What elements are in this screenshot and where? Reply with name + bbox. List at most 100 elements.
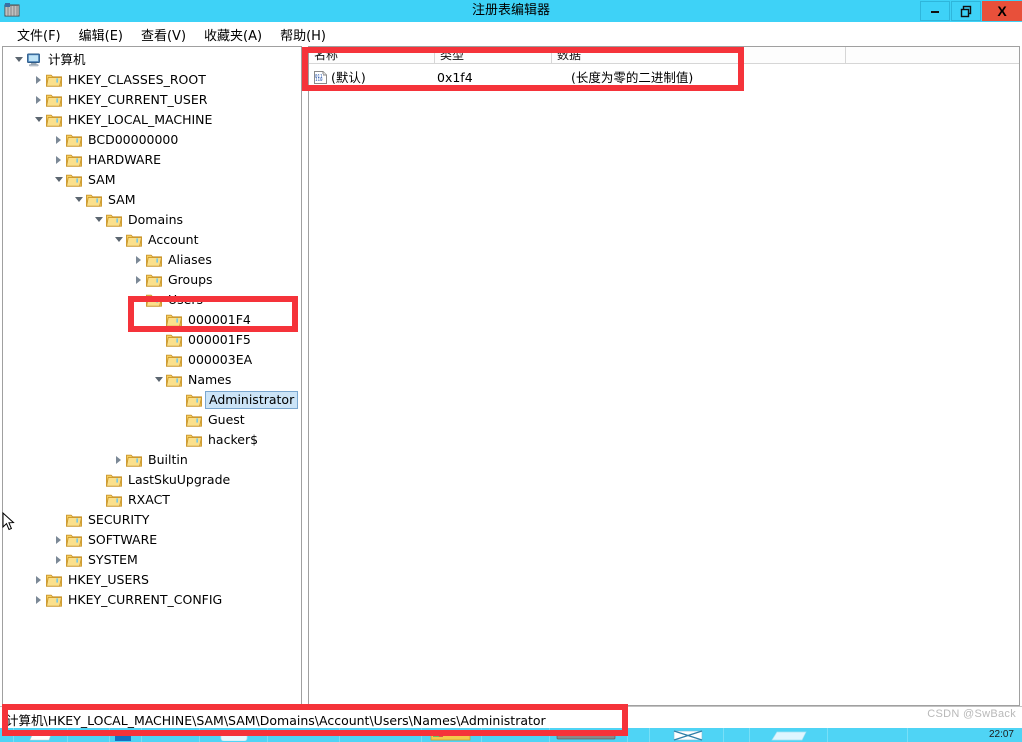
tree-node-hacker$[interactable]: hacker$ xyxy=(3,430,301,450)
taskbar-item-14[interactable] xyxy=(750,728,828,742)
tree-node-SOFTWARE[interactable]: SOFTWARE xyxy=(3,530,301,550)
taskbar-item-12[interactable] xyxy=(650,728,724,742)
taskbar-item-4[interactable] xyxy=(142,728,200,742)
expand-arrow-icon[interactable] xyxy=(33,590,46,610)
folder-icon xyxy=(126,453,142,467)
menu-file[interactable]: 文件(F) xyxy=(8,23,70,46)
tree-node-label: HKEY_CURRENT_CONFIG xyxy=(68,592,223,607)
tree-node-HKEY_USERS[interactable]: HKEY_USERS xyxy=(3,570,301,590)
svg-text:110: 110 xyxy=(315,77,323,82)
taskbar-item-7[interactable] xyxy=(340,728,422,742)
taskbar-start-button[interactable] xyxy=(0,728,14,742)
menu-edit[interactable]: 编辑(E) xyxy=(70,23,132,46)
folder-icon xyxy=(146,253,162,267)
expand-arrow-icon[interactable] xyxy=(33,70,46,90)
taskbar-item-13[interactable] xyxy=(724,728,750,742)
tree-node-000001F4[interactable]: 000001F4 xyxy=(3,310,301,330)
tree-node-HKEY_LOCAL_MACHINE[interactable]: HKEY_LOCAL_MACHINE xyxy=(3,110,301,130)
tree-node-label: SAM xyxy=(88,172,116,187)
expand-arrow-icon[interactable] xyxy=(53,150,66,170)
taskbar-item-11[interactable] xyxy=(628,728,650,742)
expand-arrow-icon[interactable] xyxy=(113,450,126,470)
title-bar[interactable]: 注册表编辑器 X xyxy=(0,0,1022,22)
tree-node-label: 000001F5 xyxy=(188,332,251,347)
tree-node-RXACT[interactable]: RXACT xyxy=(3,490,301,510)
column-header-name[interactable]: 名称 xyxy=(309,47,435,63)
column-header-data[interactable]: 数据 xyxy=(552,47,846,63)
taskbar-item-1[interactable] xyxy=(14,728,68,742)
expand-arrow-icon[interactable] xyxy=(133,250,146,270)
collapse-arrow-icon[interactable] xyxy=(53,170,66,190)
tree-node-HARDWARE[interactable]: HARDWARE xyxy=(3,150,301,170)
maximize-restore-button[interactable] xyxy=(951,1,981,21)
value-data-cell: (长度为零的二进制值) xyxy=(571,70,694,85)
tree-node-SYSTEM[interactable]: SYSTEM xyxy=(3,550,301,570)
tree-node-Groups[interactable]: Groups xyxy=(3,270,301,290)
expand-arrow-icon[interactable] xyxy=(33,90,46,110)
tree-node-SAM[interactable]: SAM xyxy=(3,190,301,210)
taskbar-item-5[interactable] xyxy=(200,728,268,742)
value-list-pane[interactable]: 名称 类型 数据 011 110 (默认) 0x1f4 (长度为零的二进制值) xyxy=(309,46,1020,706)
tree-node-HKEY_CLASSES_ROOT[interactable]: HKEY_CLASSES_ROOT xyxy=(3,70,301,90)
folder-icon xyxy=(66,133,82,147)
tree-node-Users[interactable]: Users xyxy=(3,290,301,310)
tree-node-Names[interactable]: Names xyxy=(3,370,301,390)
taskbar-item-6[interactable] xyxy=(268,728,340,742)
expand-arrow-icon[interactable] xyxy=(53,550,66,570)
collapse-arrow-icon[interactable] xyxy=(133,290,146,310)
taskbar-item-8[interactable] xyxy=(422,728,482,742)
folder-icon xyxy=(66,513,82,527)
tree-node-[interactable]: 计算机 xyxy=(3,50,301,70)
expand-arrow-icon[interactable] xyxy=(53,130,66,150)
expand-arrow-icon[interactable] xyxy=(133,270,146,290)
taskbar-item-15[interactable] xyxy=(828,728,908,742)
tree-node-label: HKEY_CURRENT_USER xyxy=(68,92,208,107)
tree-node-label: SAM xyxy=(108,192,136,207)
tree-node-BCD00000000[interactable]: BCD00000000 xyxy=(3,130,301,150)
menu-help[interactable]: 帮助(H) xyxy=(271,23,335,46)
taskbar[interactable]: 22:07 xyxy=(0,728,1022,742)
collapse-arrow-icon[interactable] xyxy=(73,190,86,210)
keyboard-icon xyxy=(556,731,616,740)
pane-splitter[interactable] xyxy=(301,46,309,706)
collapse-arrow-icon[interactable] xyxy=(13,50,26,70)
collapse-arrow-icon[interactable] xyxy=(113,230,126,250)
blue-app-icon xyxy=(115,730,131,741)
taskbar-item-9[interactable] xyxy=(482,728,550,742)
table-row[interactable]: 011 110 (默认) 0x1f4 (长度为零的二进制值) xyxy=(309,68,1019,87)
expand-arrow-icon[interactable] xyxy=(53,530,66,550)
expand-arrow-icon[interactable] xyxy=(33,570,46,590)
tree-node-Builtin[interactable]: Builtin xyxy=(3,450,301,470)
taskbar-item-3[interactable] xyxy=(110,728,142,742)
tree-node-Administrator[interactable]: Administrator xyxy=(3,390,301,410)
close-button[interactable]: X xyxy=(982,1,1022,21)
registry-tree-pane[interactable]: 计算机 HKEY_CLASSES_ROOT HKEY_CURRENT_USER … xyxy=(2,46,301,706)
tree-node-label: LastSkuUpgrade xyxy=(128,472,231,487)
collapse-arrow-icon[interactable] xyxy=(153,370,166,390)
collapse-arrow-icon[interactable] xyxy=(33,110,46,130)
minimize-button[interactable] xyxy=(920,1,950,21)
menu-view[interactable]: 查看(V) xyxy=(132,23,195,46)
menu-favorites[interactable]: 收藏夹(A) xyxy=(195,23,271,46)
value-name-cell: 011 110 (默认) xyxy=(313,68,366,87)
column-header-type[interactable]: 类型 xyxy=(435,47,552,63)
tree-node-LastSkuUpgrade[interactable]: LastSkuUpgrade xyxy=(3,470,301,490)
taskbar-item-10[interactable] xyxy=(550,728,628,742)
tree-node-000003EA[interactable]: 000003EA xyxy=(3,350,301,370)
taskbar-clock[interactable]: 22:07 xyxy=(989,728,1014,742)
column-header-filler xyxy=(846,47,1019,63)
tree-node-HKEY_CURRENT_CONFIG[interactable]: HKEY_CURRENT_CONFIG xyxy=(3,590,301,610)
tree-node-000001F5[interactable]: 000001F5 xyxy=(3,330,301,350)
tree-node-Aliases[interactable]: Aliases xyxy=(3,250,301,270)
minimize-icon xyxy=(931,11,939,13)
collapse-arrow-icon[interactable] xyxy=(93,210,106,230)
folder-icon xyxy=(186,393,202,407)
tree-node-SAM[interactable]: SAM xyxy=(3,170,301,190)
tree-node-Guest[interactable]: Guest xyxy=(3,410,301,430)
tree-node-SECURITY[interactable]: SECURITY xyxy=(3,510,301,530)
tree-node-HKEY_CURRENT_USER[interactable]: HKEY_CURRENT_USER xyxy=(3,90,301,110)
tree-node-Account[interactable]: Account xyxy=(3,230,301,250)
tree-node-Domains[interactable]: Domains xyxy=(3,210,301,230)
taskbar-item-2[interactable] xyxy=(68,728,110,742)
